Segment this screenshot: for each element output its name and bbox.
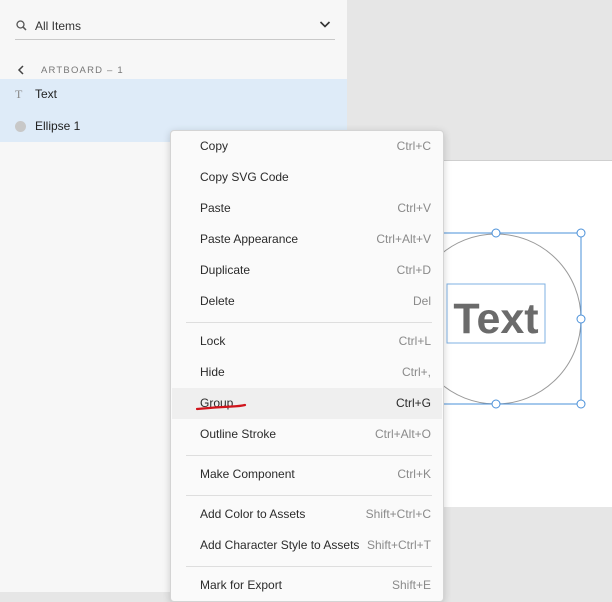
menu-label: Mark for Export [200,578,283,592]
menu-label: Copy [200,139,229,153]
menu-shortcut: Ctrl+G [395,396,431,410]
menu-shortcut: Ctrl+Alt+V [376,232,431,246]
menu-shortcut: Del [412,294,431,308]
menu-divider [186,322,432,323]
menu-item-outline-stroke[interactable]: Outline Stroke Ctrl+Alt+O [172,419,442,450]
resize-handle-right[interactable] [576,314,586,324]
menu-divider [186,566,432,567]
menu-item-duplicate[interactable]: Duplicate Ctrl+D [172,255,442,286]
menu-divider [186,495,432,496]
menu-shortcut: Ctrl+V [397,201,431,215]
menu-shortcut: Ctrl+, [401,365,431,379]
menu-shortcut: Ctrl+D [396,263,431,277]
resize-handle-top-right[interactable] [576,228,586,238]
resize-handle-bottom-right[interactable] [576,399,586,409]
menu-item-hide[interactable]: Hide Ctrl+, [172,357,442,388]
menu-label: Hide [200,365,225,379]
menu-label: Delete [200,294,235,308]
menu-item-add-character-style[interactable]: Add Character Style to Assets Shift+Ctrl… [172,530,442,561]
menu-shortcut: Ctrl+Alt+O [374,427,431,441]
menu-item-paste-appearance[interactable]: Paste Appearance Ctrl+Alt+V [172,224,442,255]
menu-item-delete[interactable]: Delete Del [172,286,442,317]
menu-label: Lock [200,334,226,348]
menu-label: Add Character Style to Assets [200,538,360,552]
menu-label: Add Color to Assets [200,507,306,521]
menu-item-copy-svg-code[interactable]: Copy SVG Code [172,162,442,193]
menu-shortcut: Shift+Ctrl+T [366,538,431,552]
menu-label: Paste [200,201,231,215]
menu-shortcut: Ctrl+C [396,139,431,153]
menu-label: Make Component [200,467,295,481]
resize-handle-bottom[interactable] [491,399,501,409]
menu-item-make-component[interactable]: Make Component Ctrl+K [172,459,442,490]
menu-item-lock[interactable]: Lock Ctrl+L [172,326,442,357]
red-underline-annotation [196,403,247,411]
menu-item-add-color-to-assets[interactable]: Add Color to Assets Shift+Ctrl+C [172,499,442,530]
menu-shortcut: Ctrl+L [398,334,431,348]
menu-label: Outline Stroke [200,427,277,441]
menu-item-mark-for-export[interactable]: Mark for Export Shift+E [172,570,442,601]
canvas-text-object[interactable]: Text [453,295,538,343]
menu-label: Copy SVG Code [200,170,289,184]
menu-divider [186,455,432,456]
menu-shortcut: Ctrl+K [397,467,431,481]
menu-shortcut: Shift+E [391,578,431,592]
menu-item-paste[interactable]: Paste Ctrl+V [172,193,442,224]
context-menu: Copy Ctrl+C Copy SVG Code Paste Ctrl+V P… [170,130,444,602]
menu-label: Paste Appearance [200,232,299,246]
menu-label: Duplicate [200,263,251,277]
resize-handle-top[interactable] [491,228,501,238]
menu-shortcut: Shift+Ctrl+C [365,507,431,521]
menu-item-copy[interactable]: Copy Ctrl+C [172,131,442,162]
